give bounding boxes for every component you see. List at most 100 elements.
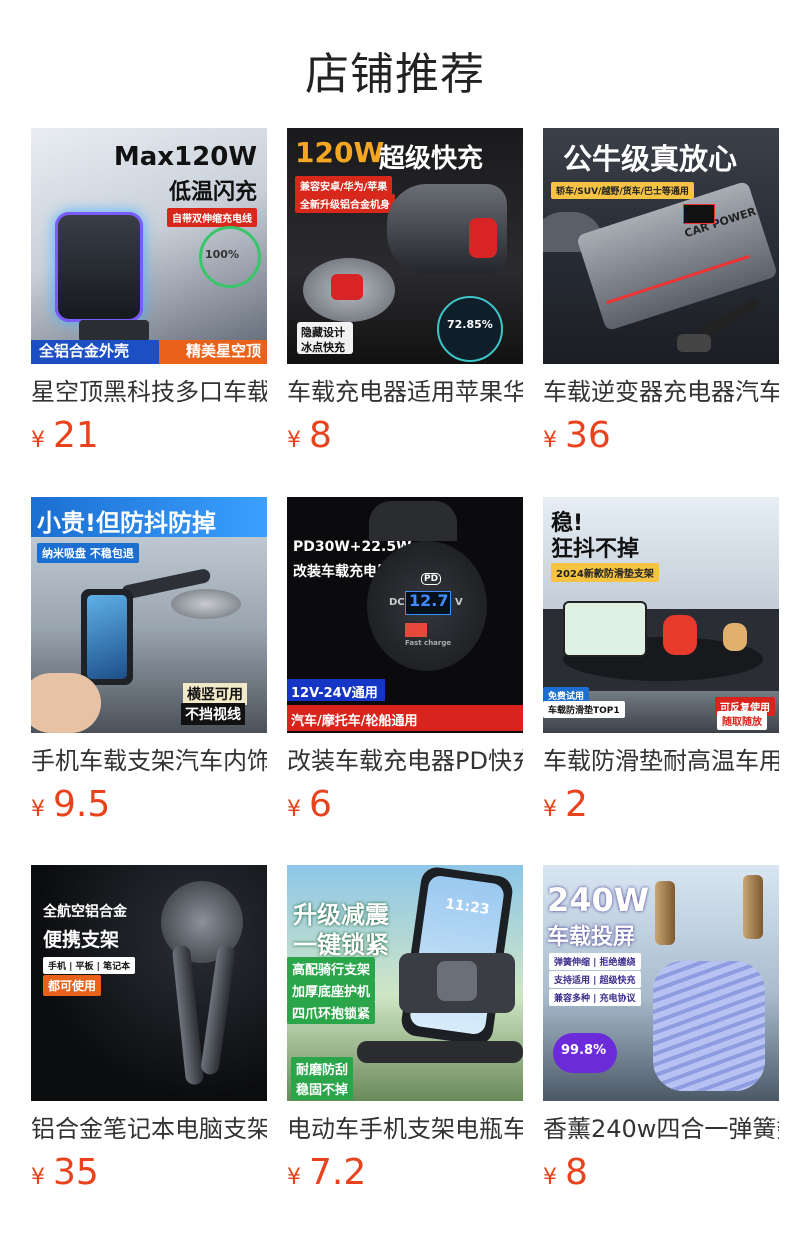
product-name[interactable]: 车载防滑垫耐高温车用摆件垫 bbox=[543, 745, 779, 777]
product-price: ¥2 bbox=[543, 785, 779, 830]
image-headline: 狂抖不掉 bbox=[551, 537, 640, 562]
charger-port bbox=[469, 218, 497, 258]
holder-center bbox=[437, 961, 477, 1001]
bottom-right-label: 精美星空顶 bbox=[185, 342, 261, 360]
device-base bbox=[79, 320, 149, 342]
price-value: 7.2 bbox=[309, 1152, 367, 1193]
stand-leg bbox=[171, 944, 205, 1086]
image-tag: 不挡视线 bbox=[181, 703, 245, 725]
device-shape bbox=[55, 212, 143, 322]
product-price: ¥35 bbox=[31, 1153, 267, 1198]
product-card[interactable]: Max120W 低温闪充 自带双伸缩充电线 100% 全铝合金外壳 精美星空顶 … bbox=[31, 128, 267, 461]
product-name[interactable]: 铝合金笔记本电脑支架便携折叠 bbox=[31, 1113, 267, 1145]
product-name[interactable]: 香薰240w四合一弹簧数据线车载 bbox=[543, 1113, 779, 1145]
image-chip: 弹簧伸缩 | 拒绝缠绕 bbox=[549, 953, 641, 970]
product-image[interactable]: 升级减震 一键锁紧 高配骑行支架 加厚底座护机 四爪环抱锁紧 11:23 耐磨防… bbox=[287, 865, 523, 1101]
price-value: 35 bbox=[53, 1152, 99, 1193]
image-headline: 240W bbox=[547, 881, 650, 919]
socket-usb bbox=[405, 623, 427, 637]
product-image[interactable]: 稳! 狂抖不掉 2024新款防滑垫支架 免费试用 车载防滑垫TOP1 可反复使用… bbox=[543, 497, 779, 733]
product-image[interactable]: 全航空铝合金 便携支架 手机 | 平板 | 笔记本 都可使用 bbox=[31, 865, 267, 1101]
hand-shape bbox=[31, 673, 101, 733]
image-chip: 全新升级铝合金机身 bbox=[295, 194, 395, 213]
cable-head bbox=[655, 881, 675, 945]
image-chip: 手机 | 平板 | 笔记本 bbox=[43, 957, 136, 974]
product-name[interactable]: 车载逆变器充电器汽车电源转换器 bbox=[543, 376, 779, 408]
price-value: 36 bbox=[565, 415, 611, 456]
image-chip: 稳固不掉 bbox=[291, 1077, 354, 1100]
image-headline: 小贵!但防抖防掉 bbox=[37, 509, 216, 537]
product-name[interactable]: 改装车载充电器PD快充USB插座 bbox=[287, 745, 523, 777]
image-bar: 汽车/摩托车/轮船通用 bbox=[291, 714, 418, 729]
battery-label: 99.8% bbox=[561, 1043, 607, 1058]
product-card[interactable]: 全航空铝合金 便携支架 手机 | 平板 | 笔记本 都可使用 铝合金笔记本电脑支… bbox=[31, 865, 267, 1198]
socket-pd: PD bbox=[421, 573, 442, 585]
product-card[interactable]: PD30W+22.5W 改装车载充电器 PD DC 12.7 V Fast ch… bbox=[287, 497, 523, 830]
figurine-2 bbox=[723, 623, 747, 651]
image-chip: 2024新款防滑垫支架 bbox=[551, 563, 659, 582]
battery-label: 100% bbox=[205, 248, 239, 261]
image-chip: 兼容安卓/华为/苹果 bbox=[295, 176, 393, 195]
product-card[interactable]: 120W 超级快充 兼容安卓/华为/苹果 全新升级铝合金机身 72.85% 隐藏… bbox=[287, 128, 523, 461]
product-image[interactable]: PD30W+22.5W 改装车载充电器 PD DC 12.7 V Fast ch… bbox=[287, 497, 523, 733]
image-tag: 横竖可用 bbox=[183, 683, 247, 705]
product-image[interactable]: 240W 车载投屏 弹簧伸缩 | 拒绝缠绕 支持适用 | 超级快充 兼容多种 |… bbox=[543, 865, 779, 1101]
price-value: 2 bbox=[565, 784, 588, 825]
product-image[interactable]: Max120W 低温闪充 自带双伸缩充电线 100% 全铝合金外壳 精美星空顶 bbox=[31, 128, 267, 364]
image-headline: 低温闪充 bbox=[168, 180, 257, 205]
price-value: 6 bbox=[309, 784, 332, 825]
socket-cover bbox=[369, 501, 457, 541]
handlebar bbox=[357, 1041, 523, 1063]
product-image[interactable]: 公牛级真放心 轿车/SUV/越野/货车/巴士等通用 CAR POWER bbox=[543, 128, 779, 364]
page-title: 店铺推荐 bbox=[305, 49, 485, 100]
phone-shape bbox=[563, 601, 647, 657]
image-bar: 12V-24V通用 bbox=[291, 686, 378, 701]
plug bbox=[677, 334, 711, 352]
currency-symbol: ¥ bbox=[543, 428, 557, 453]
currency-symbol: ¥ bbox=[287, 797, 301, 822]
price-value: 9.5 bbox=[53, 784, 111, 825]
price-value: 21 bbox=[53, 415, 99, 456]
mount-suction bbox=[171, 589, 241, 619]
socket-display: 12.7 bbox=[409, 591, 449, 610]
product-name[interactable]: 车载充电器适用苹果华为快充 bbox=[287, 376, 523, 408]
image-headline: 公牛级真放心 bbox=[563, 142, 738, 176]
stand-leg bbox=[200, 944, 236, 1076]
corner-badge-1: 隐藏设计 bbox=[301, 326, 345, 339]
currency-symbol: ¥ bbox=[31, 1165, 45, 1190]
image-badge: 自带双伸缩充电线 bbox=[167, 208, 257, 227]
socket-fast: Fast charge bbox=[405, 639, 452, 647]
socket-dc: DC bbox=[389, 597, 405, 608]
product-price: ¥36 bbox=[543, 416, 779, 461]
currency-symbol: ¥ bbox=[31, 797, 45, 822]
image-headline: 120W bbox=[295, 136, 385, 169]
product-name[interactable]: 手机车载支架汽车内饰导航支架 bbox=[31, 745, 267, 777]
product-card[interactable]: 稳! 狂抖不掉 2024新款防滑垫支架 免费试用 车载防滑垫TOP1 可反复使用… bbox=[543, 497, 779, 830]
product-price: ¥8 bbox=[543, 1153, 779, 1198]
product-name[interactable]: 星空顶黑科技多口车载充电器 bbox=[31, 376, 267, 408]
image-chip: 随取随放 bbox=[717, 711, 767, 730]
image-chip: 高配骑行支架 bbox=[287, 957, 376, 980]
cable-head bbox=[743, 875, 763, 939]
coil-cable bbox=[653, 961, 765, 1091]
currency-symbol: ¥ bbox=[31, 428, 45, 453]
product-card[interactable]: 240W 车载投屏 弹簧伸缩 | 拒绝缠绕 支持适用 | 超级快充 兼容多种 |… bbox=[543, 865, 779, 1198]
product-name[interactable]: 电动车手机支架电瓶车骑行支架 bbox=[287, 1113, 523, 1145]
product-image[interactable]: 小贵!但防抖防掉 纳米吸盘 不稳包退 横竖可用 不挡视线 bbox=[31, 497, 267, 733]
product-price: ¥8 bbox=[287, 416, 523, 461]
image-headline: Max120W bbox=[113, 142, 257, 172]
socket-v: V bbox=[455, 597, 463, 608]
product-price: ¥21 bbox=[31, 416, 267, 461]
image-headline: 便携支架 bbox=[43, 929, 120, 951]
price-value: 8 bbox=[309, 415, 332, 456]
currency-symbol: ¥ bbox=[543, 1165, 557, 1190]
image-chip: 兼容多种 | 充电协议 bbox=[549, 989, 641, 1006]
product-image[interactable]: 120W 超级快充 兼容安卓/华为/苹果 全新升级铝合金机身 72.85% 隐藏… bbox=[287, 128, 523, 364]
product-card[interactable]: 公牛级真放心 轿车/SUV/越野/货车/巴士等通用 CAR POWER 车载逆变… bbox=[543, 128, 779, 461]
product-card[interactable]: 小贵!但防抖防掉 纳米吸盘 不稳包退 横竖可用 不挡视线 手机车载支架汽车内饰导… bbox=[31, 497, 267, 830]
currency-symbol: ¥ bbox=[543, 797, 557, 822]
product-card[interactable]: 升级减震 一键锁紧 高配骑行支架 加厚底座护机 四爪环抱锁紧 11:23 耐磨防… bbox=[287, 865, 523, 1198]
figurine bbox=[663, 615, 697, 655]
product-price: ¥9.5 bbox=[31, 785, 267, 830]
product-price: ¥6 bbox=[287, 785, 523, 830]
